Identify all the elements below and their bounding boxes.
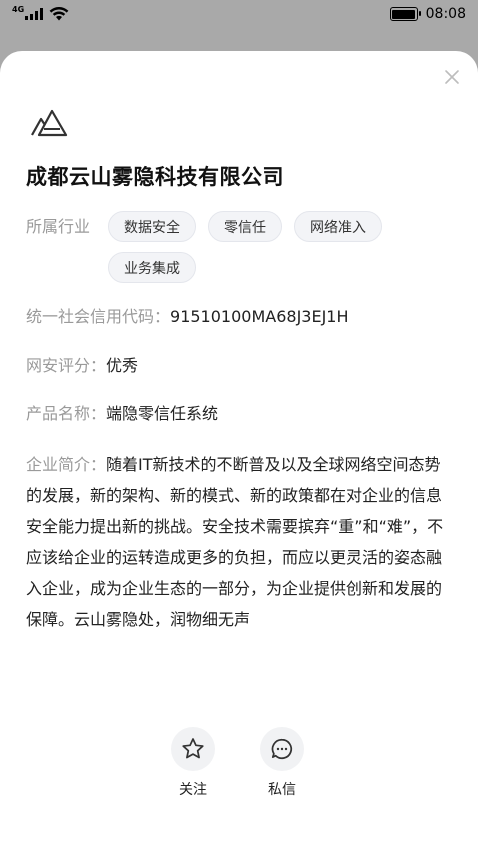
close-icon xyxy=(445,70,459,84)
status-time: 08:08 xyxy=(425,6,466,22)
action-bar: 关注 私信 xyxy=(171,727,304,799)
rating-value: 优秀 xyxy=(106,356,139,375)
credit-code-label: 统一社会信用代码： xyxy=(26,307,171,326)
intro-text: 随着IT新技术的不断普及以及全球网络空间态势的发展，新的架构、新的模式、新的政策… xyxy=(26,455,444,629)
company-intro: 企业简介：随着IT新技术的不断普及以及全球网络空间态势的发展，新的架构、新的模式… xyxy=(26,449,456,635)
credit-code-value: 91510100MA68J3EJ1H xyxy=(170,307,349,326)
industry-tag[interactable]: 业务集成 xyxy=(108,252,196,283)
chat-bubble-icon xyxy=(271,738,293,760)
status-bar: 4G 08:08 xyxy=(0,0,478,28)
battery-icon xyxy=(389,7,421,21)
product-label: 产品名称： xyxy=(26,404,107,423)
credit-code-row: 统一社会信用代码：91510100MA68J3EJ1H xyxy=(26,303,349,331)
rating-row: 网安评分：优秀 xyxy=(26,352,138,380)
signal-icon xyxy=(25,8,44,20)
wifi-icon xyxy=(49,7,69,21)
follow-label: 关注 xyxy=(179,782,207,798)
intro-label: 企业简介： xyxy=(26,455,107,474)
company-logo-icon xyxy=(31,109,68,137)
rating-label: 网安评分： xyxy=(26,356,107,375)
network-type: 4G xyxy=(12,5,25,14)
close-button[interactable] xyxy=(442,67,462,87)
company-name: 成都云山雾隐科技有限公司 xyxy=(26,165,284,189)
status-right: 08:08 xyxy=(389,6,466,22)
product-row: 产品名称：端隐零信任系统 xyxy=(26,400,218,428)
status-left: 4G xyxy=(12,5,69,21)
industry-tags: 数据安全 零信任 网络准入 业务集成 xyxy=(108,211,408,283)
industry-label: 所属行业 xyxy=(26,217,91,236)
message-icon-wrap xyxy=(260,727,304,771)
industry-tag[interactable]: 数据安全 xyxy=(108,211,196,242)
industry-row: 所属行业 数据安全 零信任 网络准入 业务集成 xyxy=(26,211,452,283)
message-label: 私信 xyxy=(268,782,296,798)
message-button[interactable]: 私信 xyxy=(260,727,304,799)
product-value: 端隐零信任系统 xyxy=(106,404,219,423)
industry-tag[interactable]: 零信任 xyxy=(208,211,282,242)
follow-icon-wrap xyxy=(171,727,215,771)
industry-tag[interactable]: 网络准入 xyxy=(294,211,382,242)
star-icon xyxy=(182,738,204,759)
company-detail-sheet: 成都云山雾隐科技有限公司 所属行业 数据安全 零信任 网络准入 业务集成 统一社… xyxy=(0,51,478,850)
follow-button[interactable]: 关注 xyxy=(171,727,215,799)
